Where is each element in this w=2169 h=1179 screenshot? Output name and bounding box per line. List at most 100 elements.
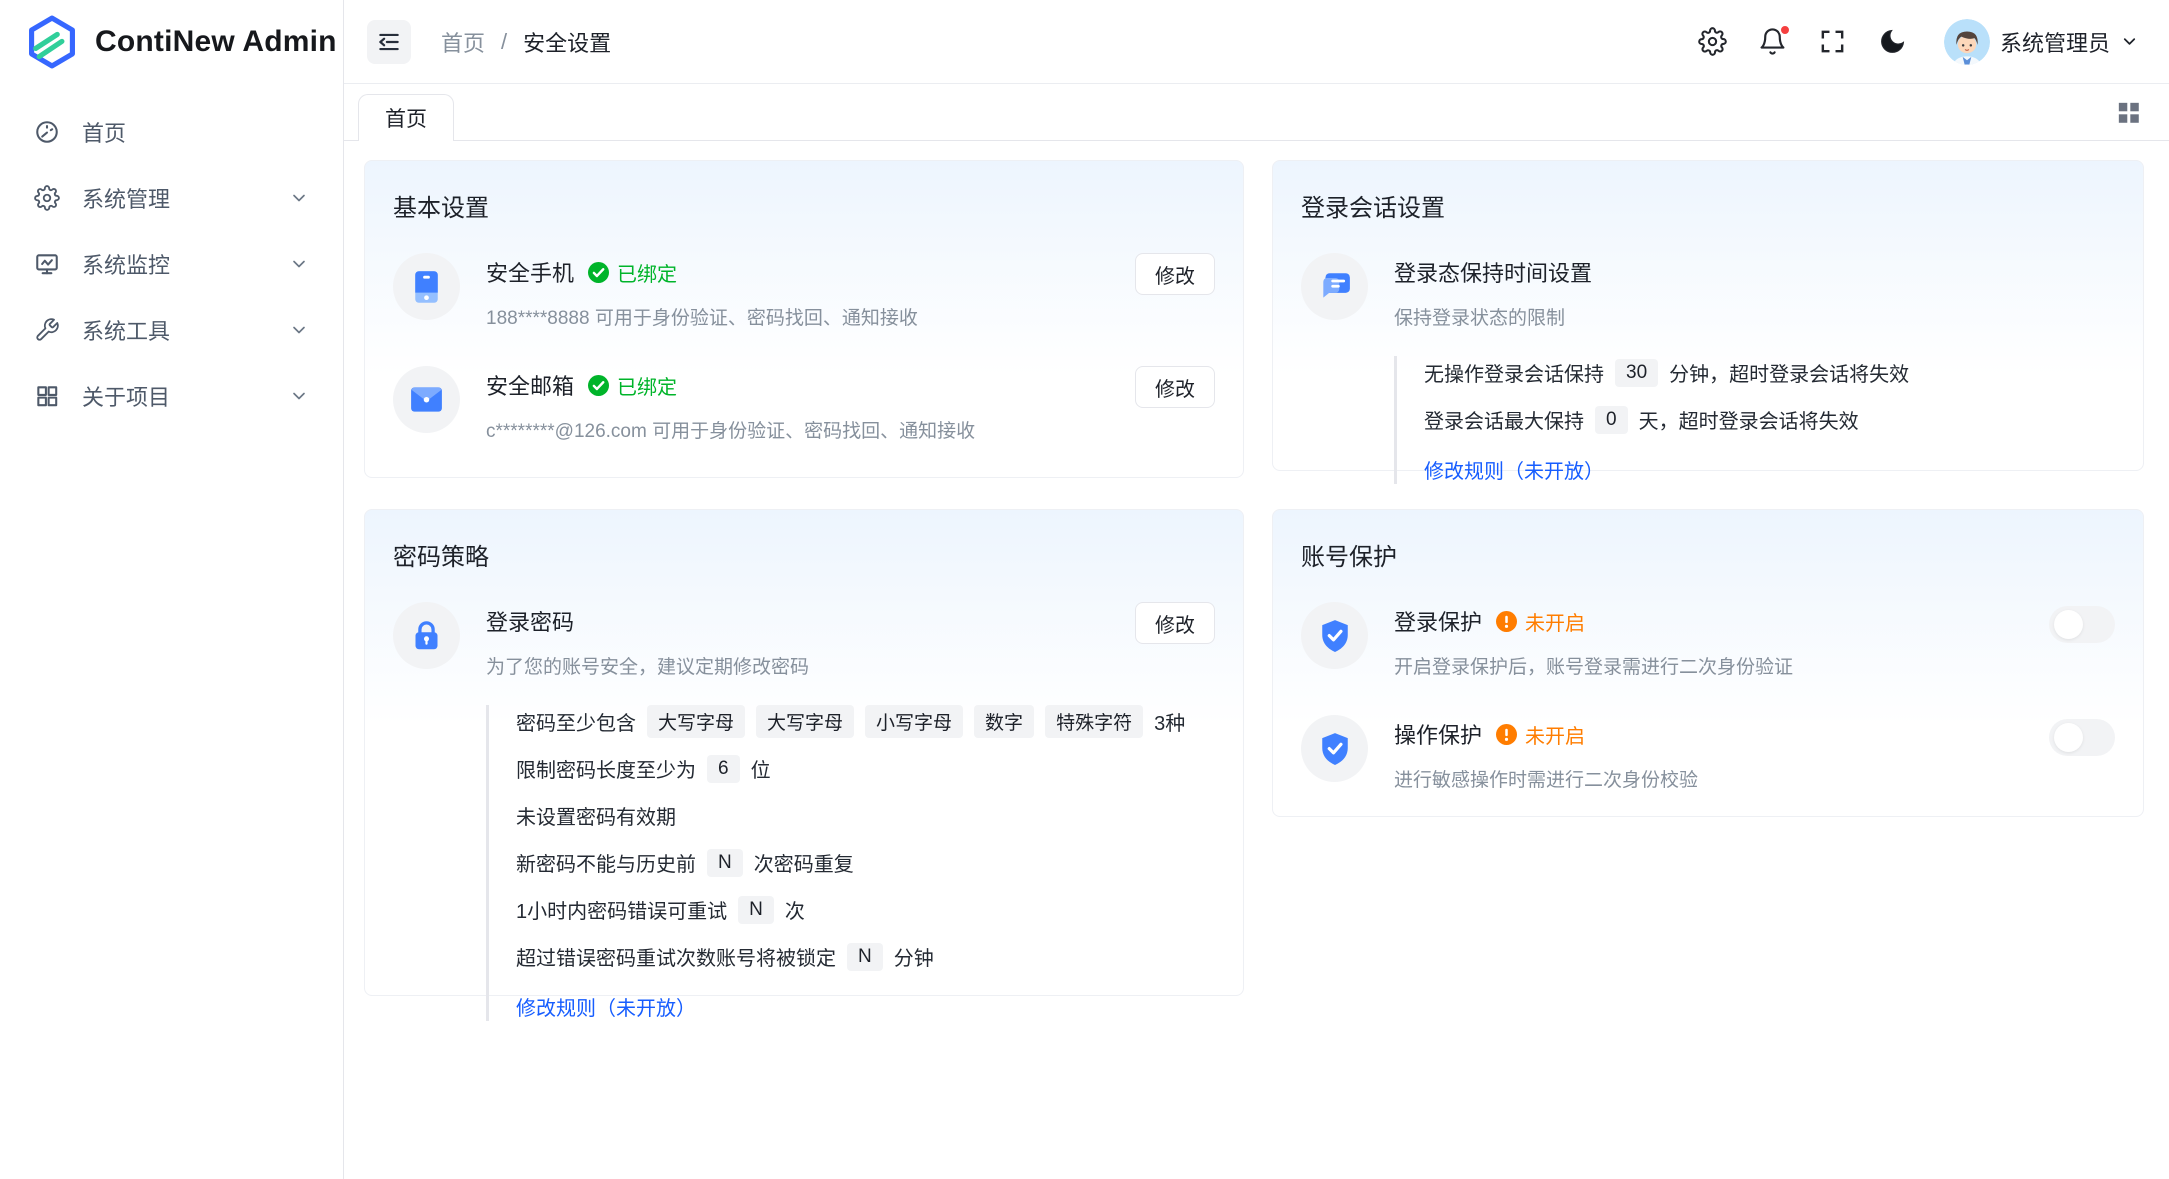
grid-icon [2114, 98, 2143, 127]
exclamation-circle-icon [1496, 724, 1517, 745]
rule-text: 未设置密码有效期 [516, 801, 676, 830]
login-protection-toggle[interactable] [2049, 606, 2115, 643]
rule-char-types: 密码至少包含 大写字母 大写字母 小写字母 数字 特殊字符 3种 [516, 705, 1215, 738]
rule-history: 新密码不能与历史前 N 次密码重复 [516, 846, 1215, 879]
sidebar-collapse-button[interactable] [367, 20, 411, 64]
content-column-right: 登录会话设置 登录态保持时间设置 [1272, 160, 2144, 1159]
breadcrumb-current: 安全设置 [523, 26, 611, 58]
settings-button[interactable] [1698, 27, 1727, 56]
breadcrumb: 首页 / 安全设置 [441, 26, 611, 58]
modify-email-button[interactable]: 修改 [1135, 366, 1215, 408]
modify-rules-link[interactable]: 修改规则（未开放） [516, 992, 696, 1021]
row-body: 操作保护 未开启 进行敏感操作时需进行二次身份校验 [1394, 715, 2049, 792]
card-session-settings: 登录会话设置 登录态保持时间设置 [1272, 160, 2144, 471]
badge-label: 已绑定 [617, 258, 677, 287]
rule-tag: 6 [707, 755, 740, 783]
rule-lockout: 超过错误密码重试次数账号将被锁定 N 分钟 [516, 940, 1215, 973]
modify-phone-button[interactable]: 修改 [1135, 253, 1215, 295]
sidebar-item-about[interactable]: 关于项目 [16, 368, 327, 424]
app-root: ContiNew Admin 首页 系统管理 系 [0, 0, 2169, 1179]
tab-options-button[interactable] [2114, 98, 2143, 127]
rule-max-session: 登录会话最大保持 0 天，超时登录会话将失效 [1424, 403, 2115, 436]
tab-bar: 首页 [344, 84, 2169, 141]
phone-icon [413, 270, 440, 304]
rule-min-length: 限制密码长度至少为 6 位 [516, 752, 1215, 785]
content: 基本设置 安全手机 [344, 141, 2169, 1179]
app-logo: ContiNew Admin [0, 0, 343, 84]
monitor-icon [34, 251, 60, 277]
rule-text: 次 [785, 895, 805, 924]
session-keep-row: 登录态保持时间设置 保持登录状态的限制 [1301, 253, 2115, 330]
card-title: 密码策略 [393, 537, 1215, 572]
lock-icon [412, 619, 441, 652]
rule-text: 3种 [1154, 707, 1185, 736]
row-body: 安全手机 已绑定 188****8888 可用于身份验证、密码找回、通知接收 [486, 253, 1135, 330]
sidebar: ContiNew Admin 首页 系统管理 系 [0, 0, 344, 1179]
rule-tag: N [738, 896, 774, 924]
login-protection-row: 登录保护 未开启 开启登录保护后，账号登录需进行二次身份验证 [1301, 602, 2115, 679]
rule-text: 天，超时登录会话将失效 [1639, 405, 1859, 434]
gear-icon [1698, 27, 1727, 56]
dark-mode-button[interactable] [1878, 27, 1907, 56]
rule-text: 超过错误密码重试次数账号将被锁定 [516, 942, 836, 971]
shield-check-icon [1320, 619, 1350, 653]
icon-circle [1301, 253, 1368, 320]
tab-home[interactable]: 首页 [358, 94, 454, 141]
sidebar-item-system-tools[interactable]: 系统工具 [16, 302, 327, 358]
sidebar-item-label: 系统工具 [82, 314, 170, 346]
row-title: 登录保护 [1394, 605, 1482, 637]
topbar-actions: 系统管理员 [1698, 19, 2139, 65]
sidebar-item-home[interactable]: 首页 [16, 104, 327, 160]
operation-protection-toggle[interactable] [2049, 719, 2115, 756]
sidebar-item-system-management[interactable]: 系统管理 [16, 170, 327, 226]
login-password-row: 登录密码 为了您的账号安全，建议定期修改密码 修改 [393, 602, 1215, 679]
rule-tag: 30 [1615, 359, 1658, 387]
icon-circle [393, 366, 460, 433]
icon-circle [1301, 715, 1368, 782]
row-desc: 为了您的账号安全，建议定期修改密码 [486, 652, 1135, 679]
row-desc: c********@126.com 可用于身份验证、密码找回、通知接收 [486, 416, 1135, 443]
row-title: 登录密码 [486, 605, 574, 637]
toggle-knob [2054, 723, 2083, 752]
icon-circle [393, 253, 460, 320]
exclamation-circle-icon [1496, 611, 1517, 632]
row-desc: 保持登录状态的限制 [1394, 303, 2115, 330]
modify-password-button[interactable]: 修改 [1135, 602, 1215, 644]
sidebar-item-label: 首页 [82, 116, 126, 148]
rule-tag: N [707, 849, 743, 877]
status-badge: 已绑定 [588, 258, 677, 287]
user-menu[interactable]: 系统管理员 [1944, 19, 2139, 65]
notifications-button[interactable] [1758, 27, 1787, 56]
row-desc: 进行敏感操作时需进行二次身份校验 [1394, 765, 2049, 792]
sidebar-item-label: 系统监控 [82, 248, 170, 280]
moon-icon [1878, 27, 1907, 56]
icon-circle [393, 602, 460, 669]
row-body: 登录保护 未开启 开启登录保护后，账号登录需进行二次身份验证 [1394, 602, 2049, 679]
row-body: 登录密码 为了您的账号安全，建议定期修改密码 [486, 602, 1135, 679]
row-body: 登录态保持时间设置 保持登录状态的限制 [1394, 253, 2115, 330]
rule-text: 限制密码长度至少为 [516, 754, 696, 783]
rule-idle-timeout: 无操作登录会话保持 30 分钟，超时登录会话将失效 [1424, 356, 2115, 389]
security-phone-row: 安全手机 已绑定 188****8888 可用于身份验证、密码找回、通知接收 修… [393, 253, 1215, 330]
password-rules: 密码至少包含 大写字母 大写字母 小写字母 数字 特殊字符 3种 限制密码长度至… [486, 705, 1215, 1021]
fullscreen-button[interactable] [1818, 27, 1847, 56]
rule-text: 1小时内密码错误可重试 [516, 895, 727, 924]
tab-home-label: 首页 [385, 103, 427, 133]
card-basic-settings: 基本设置 安全手机 [364, 160, 1244, 478]
dashboard-icon [34, 119, 60, 145]
chat-icon [1318, 271, 1352, 303]
status-badge: 未开启 [1496, 720, 1585, 749]
breadcrumb-home[interactable]: 首页 [441, 26, 485, 58]
rule-text: 无操作登录会话保持 [1424, 358, 1604, 387]
modify-rules-link[interactable]: 修改规则（未开放） [1424, 455, 1604, 484]
user-name: 系统管理员 [2000, 26, 2110, 58]
gear-icon [34, 185, 60, 211]
check-circle-icon [588, 262, 609, 283]
rule-tag: 大写字母 [647, 705, 745, 738]
sidebar-item-system-monitor[interactable]: 系统监控 [16, 236, 327, 292]
rule-retry: 1小时内密码错误可重试 N 次 [516, 893, 1215, 926]
apps-icon [34, 383, 60, 409]
badge-label: 已绑定 [617, 371, 677, 400]
row-title: 操作保护 [1394, 718, 1482, 750]
chevron-down-icon [289, 254, 309, 274]
